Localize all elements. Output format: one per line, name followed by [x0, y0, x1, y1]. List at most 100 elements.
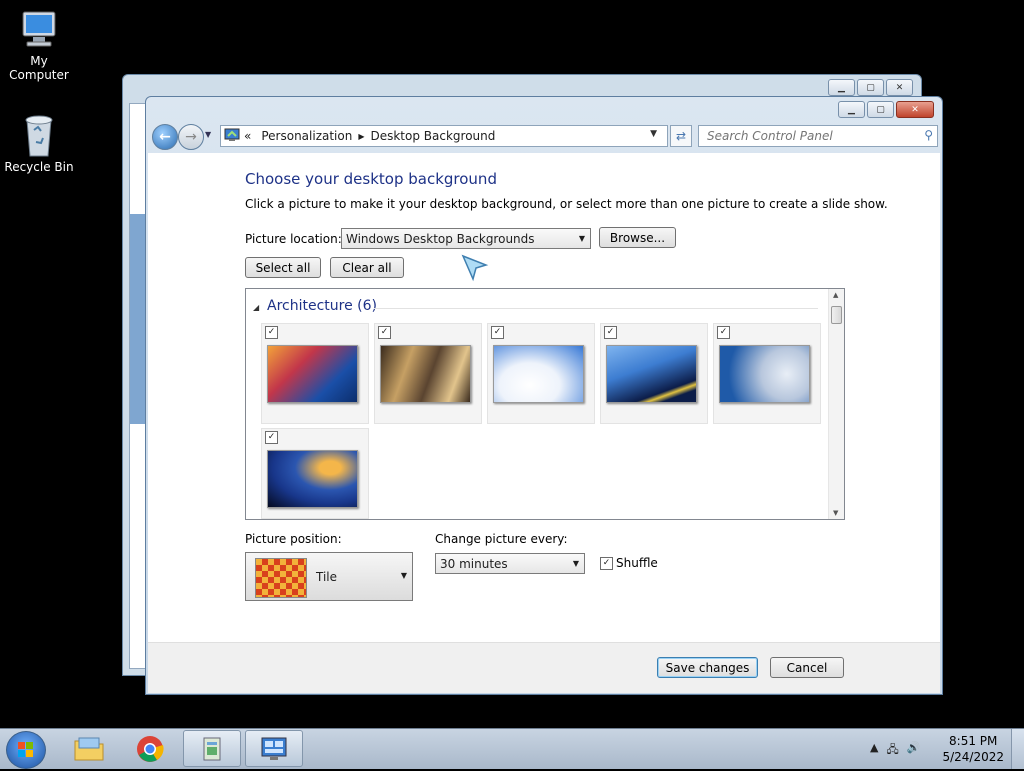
refresh-icon: ⇄ — [675, 129, 687, 143]
group-header-architecture[interactable]: Architecture (6) — [267, 298, 377, 314]
desktop-icon-my-computer[interactable]: My Computer — [0, 10, 78, 82]
scrollbar-thumb[interactable] — [831, 306, 842, 324]
navigation-bar: ← → ▼ « Personalization ▶ Desktop Backgr… — [150, 123, 938, 150]
start-button[interactable] — [6, 731, 46, 769]
tile-checkbox[interactable]: ✓ — [265, 326, 278, 339]
window-caption-buttons: ▁ ▢ ✕ — [838, 101, 934, 118]
breadcrumb-separator-icon: ▶ — [358, 131, 365, 141]
clock-date: 5/24/2022 — [942, 750, 1004, 764]
wallpaper-tile[interactable]: ✓ — [261, 323, 369, 424]
desktop-icon-label: Recycle Bin — [4, 160, 74, 174]
recent-pages-dropdown[interactable]: ▼ — [205, 130, 211, 139]
scroll-down-icon[interactable]: ▼ — [833, 509, 838, 517]
wallpaper-tile[interactable]: ✓ — [713, 323, 821, 424]
windows-logo-icon — [18, 742, 33, 757]
tile-checkbox[interactable]: ✓ — [717, 326, 730, 339]
chrome-icon — [137, 735, 164, 762]
minimize-button[interactable]: ▁ — [828, 79, 855, 96]
recycle-bin-icon — [19, 112, 59, 158]
taskbar-chrome[interactable] — [121, 730, 179, 767]
mouse-pointer-icon — [460, 253, 490, 283]
scroll-up-icon[interactable]: ▲ — [833, 291, 838, 299]
browse-button[interactable]: Browse... — [599, 227, 676, 248]
wallpaper-thumbnail — [267, 450, 358, 508]
tile-checkbox[interactable]: ✓ — [491, 326, 504, 339]
maximize-button[interactable]: ▢ — [867, 101, 894, 118]
back-button[interactable]: ← — [152, 124, 178, 150]
page-title: Choose your desktop background — [245, 170, 497, 188]
document-icon — [203, 737, 221, 760]
change-picture-every-label: Change picture every: — [435, 532, 568, 546]
search-input[interactable] — [705, 128, 919, 144]
collapse-group-icon[interactable]: ◢ — [253, 303, 259, 312]
wallpaper-thumbnail — [380, 345, 471, 403]
forward-arrow-icon: → — [185, 129, 197, 145]
maximize-button[interactable]: ▢ — [857, 79, 884, 96]
group-divider — [374, 308, 818, 309]
clock-time: 8:51 PM — [949, 734, 998, 748]
forward-button[interactable]: → — [178, 124, 204, 150]
show-desktop-button[interactable] — [1011, 729, 1024, 769]
taskbar-explorer[interactable] — [60, 730, 118, 767]
refresh-button[interactable]: ⇄ — [670, 125, 692, 147]
clock[interactable]: 8:51 PM 5/24/2022 — [942, 733, 1004, 765]
picture-position-label: Picture position: — [245, 532, 342, 546]
computer-icon — [17, 10, 61, 52]
picture-position-value: Tile — [316, 570, 338, 584]
minimize-button[interactable]: ▁ — [838, 101, 865, 118]
tile-checkbox[interactable]: ✓ — [265, 431, 278, 444]
picture-position-select[interactable]: Tile ▼ — [245, 552, 413, 601]
window-caption-buttons: ▁ ▢ ✕ — [828, 79, 913, 96]
taskbar: ▲ 🖧 🔊 8:51 PM 5/24/2022 — [0, 728, 1024, 769]
chevron-down-icon: ▼ — [578, 234, 585, 243]
close-button[interactable]: ✕ — [886, 79, 913, 96]
wallpaper-thumbnail — [267, 345, 358, 403]
dialog-footer: Save changes Cancel — [148, 642, 940, 693]
tile-checkbox[interactable]: ✓ — [378, 326, 391, 339]
chevron-down-icon: ▼ — [400, 571, 407, 580]
tile-preview-icon — [255, 558, 307, 598]
close-button[interactable]: ✕ — [896, 101, 934, 118]
desktop-icon-recycle-bin[interactable]: Recycle Bin — [0, 112, 78, 174]
picture-gallery[interactable]: ◢ Architecture (6) ✓ ✓ ✓ ✓ ✓ ✓ ▲ ▼ — [245, 288, 845, 520]
page-instructions: Click a picture to make it your desktop … — [245, 197, 888, 211]
tile-checkbox[interactable]: ✓ — [604, 326, 617, 339]
picture-location-value: Windows Desktop Backgrounds — [346, 231, 535, 246]
desktop-background-window[interactable]: ▁ ▢ ✕ ← → ▼ « Personalization ▶ Desktop … — [145, 96, 943, 695]
change-picture-every-value: 30 minutes — [440, 556, 508, 571]
search-icon[interactable]: ⚲ — [924, 128, 933, 142]
breadcrumb-personalization[interactable]: Personalization — [261, 129, 352, 143]
address-bar[interactable]: « Personalization ▶ Desktop Background ▼ — [220, 125, 668, 147]
folder-icon — [74, 737, 104, 760]
shuffle-label[interactable]: Shuffle — [616, 556, 658, 570]
wallpaper-tile[interactable]: ✓ — [261, 428, 369, 519]
change-picture-every-select[interactable]: 30 minutes ▼ — [435, 553, 585, 574]
shuffle-checkbox[interactable]: ✓ — [600, 557, 613, 570]
picture-location-select[interactable]: Windows Desktop Backgrounds ▼ — [341, 228, 591, 249]
clear-all-button[interactable]: Clear all — [330, 257, 404, 278]
save-changes-button[interactable]: Save changes — [657, 657, 758, 678]
picture-location-label: Picture location: — [245, 232, 342, 246]
volume-icon[interactable]: 🔊 — [907, 741, 921, 760]
taskbar-background-window[interactable] — [183, 730, 241, 767]
wallpaper-thumbnail — [493, 345, 584, 403]
chevron-down-icon: ▼ — [572, 559, 579, 568]
cancel-button[interactable]: Cancel — [770, 657, 844, 678]
taskbar-control-panel[interactable] — [245, 730, 303, 767]
system-tray: ▲ 🖧 🔊 — [870, 741, 920, 760]
wallpaper-tile[interactable]: ✓ — [600, 323, 708, 424]
search-box[interactable]: ⚲ — [698, 125, 938, 147]
control-panel-icon — [261, 737, 287, 760]
show-hidden-icons-icon[interactable]: ▲ — [870, 741, 878, 760]
select-all-button[interactable]: Select all — [245, 257, 321, 278]
network-icon[interactable]: 🖧 — [886, 741, 898, 760]
wallpaper-tile[interactable]: ✓ — [487, 323, 595, 424]
wallpaper-thumbnail — [606, 345, 697, 403]
breadcrumb-overflow[interactable]: « — [244, 129, 251, 143]
breadcrumb-desktop-background[interactable]: Desktop Background — [370, 129, 495, 143]
back-arrow-icon: ← — [159, 129, 171, 145]
wallpaper-tile[interactable]: ✓ — [374, 323, 482, 424]
gallery-scrollbar[interactable]: ▲ ▼ — [828, 289, 844, 519]
wallpaper-thumbnail — [719, 345, 810, 403]
address-dropdown-icon[interactable]: ▼ — [650, 129, 657, 139]
